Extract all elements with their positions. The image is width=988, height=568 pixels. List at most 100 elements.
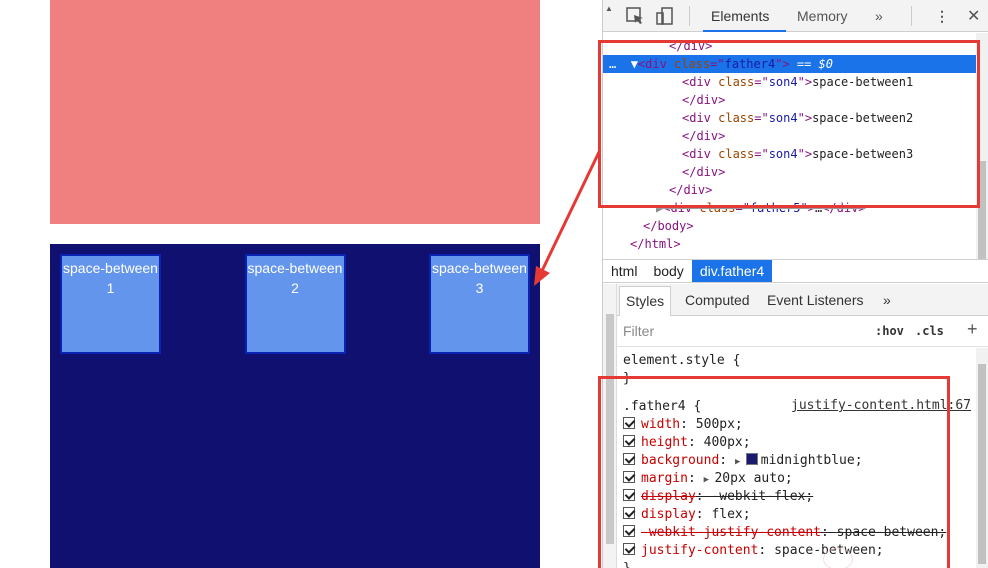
css-value[interactable]: 20px auto; [714,471,792,486]
more-tabs-icon[interactable]: » [875,8,883,24]
scroll-thumb[interactable] [978,161,986,261]
scroll-thumb[interactable] [978,364,986,564]
son4-box-3[interactable]: space-between3 [429,254,530,354]
css-rules: element.style { } .father4 { justify-con… [617,348,977,568]
crumb-div-father4[interactable]: div.father4 [691,260,773,282]
declaration-checkbox[interactable] [623,453,635,465]
css-declaration[interactable]: margin: ▶ 20px auto; [623,470,793,488]
css-property[interactable]: display [641,489,696,504]
son4-label: space-between2 [247,260,343,296]
filter-input[interactable]: Filter [623,323,654,339]
expand-shorthand-icon[interactable]: ▶ [704,475,715,485]
css-declaration[interactable]: width: 500px; [623,416,743,434]
attr-punct: "> [797,111,813,125]
dom-node-line[interactable]: </div> [682,163,725,181]
source-link[interactable]: justify-content.html:67 [791,398,971,413]
opening-tag: <div [682,75,719,89]
css-value[interactable]: 500px; [696,417,743,432]
attr-name: class [718,147,755,161]
declaration-checkbox[interactable] [623,543,635,555]
dom-node-line[interactable]: </div> [669,37,712,55]
css-colon: : [680,417,696,432]
css-property[interactable]: -webkit-justify-content [641,525,821,540]
declaration-checkbox[interactable] [623,507,635,519]
more-tabs-icon[interactable]: » [883,292,891,308]
tab-event-listeners[interactable]: Event Listeners [767,292,864,308]
css-property[interactable]: height [641,435,688,450]
elements-scrollbar[interactable] [976,33,988,261]
css-value[interactable]: flex; [711,507,750,522]
watermark-logo [823,548,853,568]
device-toolbar-icon[interactable] [655,6,675,26]
tab-memory[interactable]: Memory [797,8,848,24]
dom-node-line[interactable]: </div> [669,181,712,199]
css-property[interactable]: width [641,417,680,432]
css-declaration[interactable]: background: ▶ midnightblue; [623,452,863,470]
dom-node-line[interactable]: </div> [682,91,725,109]
dom-node-line[interactable]: </body> [643,217,694,235]
node-text: space-between3 [812,147,914,161]
closing-tag: </div> [669,183,713,197]
elements-tree: </div>… ▼<div class="father4"> == $0 <div… [603,33,988,259]
css-declaration[interactable]: display: -webkit-flex; [623,488,813,506]
left-gutter [603,284,617,568]
node-text: space-between1 [812,75,914,89]
closing-tag: </body> [643,219,694,233]
css-declaration[interactable]: display: flex; [623,506,751,524]
tab-styles[interactable]: Styles [619,286,672,316]
css-property[interactable]: margin [641,471,688,486]
son4-box-1[interactable]: space-between1 [60,254,161,354]
css-declaration[interactable]: height: 400px; [623,434,751,452]
declaration-checkbox[interactable] [623,417,635,429]
css-property[interactable]: display [641,507,696,522]
devtools-panel: ▲ Elements Memory » ⋮ ✕ </div>… ▼<div cl… [602,0,988,568]
attr-value: son4 [768,147,798,161]
css-value[interactable]: space-between; [837,525,947,540]
dom-node-line[interactable]: <div class="son4">space-between2 [682,109,913,127]
dom-node-line[interactable]: <div class="son4">space-between3 [682,145,913,163]
tab-computed[interactable]: Computed [685,292,750,308]
dom-node-line[interactable]: ▶<div class="father5">…</div> [656,199,866,217]
declaration-checkbox[interactable] [623,435,635,447]
rule-brace: } [623,371,631,386]
son4-box-2[interactable]: space-between2 [244,254,346,354]
css-property[interactable]: background [641,453,719,468]
gutter-thumb[interactable] [606,314,614,544]
closing-tag: </div> [682,93,726,107]
cls-toggle[interactable]: .cls [915,324,944,338]
hov-toggle[interactable]: :hov [875,324,904,338]
inspect-element-icon[interactable] [625,6,645,26]
color-swatch[interactable] [745,453,758,465]
attr-punct: "> [797,75,813,89]
css-value[interactable]: -webkit-flex; [711,489,813,504]
opening-tag: <div [637,57,675,71]
crumb-body[interactable]: body [645,260,691,282]
attr-punct: "> [797,147,813,161]
attr-value: son4 [768,75,798,89]
closing-tag: </div> [682,165,726,179]
css-value[interactable]: 400px; [704,435,751,450]
kebab-menu-icon[interactable]: ⋮ [935,8,949,25]
breadcrumb: html body div.father4 [603,259,988,283]
crumb-html[interactable]: html [603,260,645,282]
css-value[interactable]: midnightblue; [761,453,863,468]
declaration-checkbox[interactable] [623,489,635,501]
close-icon[interactable]: ✕ [967,6,980,26]
dom-node-selected[interactable]: … ▼<div class="father4"> == $0 [609,55,833,73]
expand-shorthand-icon[interactable]: ▶ [735,457,746,467]
tab-elements[interactable]: Elements [711,8,769,24]
css-property[interactable]: justify-content [641,543,758,558]
dom-node-line[interactable]: </div> [682,127,725,145]
css-colon: : [695,489,712,504]
styles-scrollbar[interactable] [976,348,988,568]
scroll-up-icon[interactable]: ▲ [605,4,613,13]
declaration-checkbox[interactable] [623,471,635,483]
dom-node-line[interactable]: <div class="son4">space-between1 [682,73,913,91]
declaration-checkbox[interactable] [623,525,635,537]
devtools-toolbar: ▲ Elements Memory » ⋮ ✕ [603,0,988,32]
add-rule-icon[interactable]: + [967,319,978,340]
css-colon: : [821,525,837,540]
css-declaration[interactable]: -webkit-justify-content: space-between; [623,524,946,542]
dom-node-line[interactable]: </html> [630,235,681,253]
father4-container[interactable]: space-between1 space-between2 space-betw… [50,244,540,568]
